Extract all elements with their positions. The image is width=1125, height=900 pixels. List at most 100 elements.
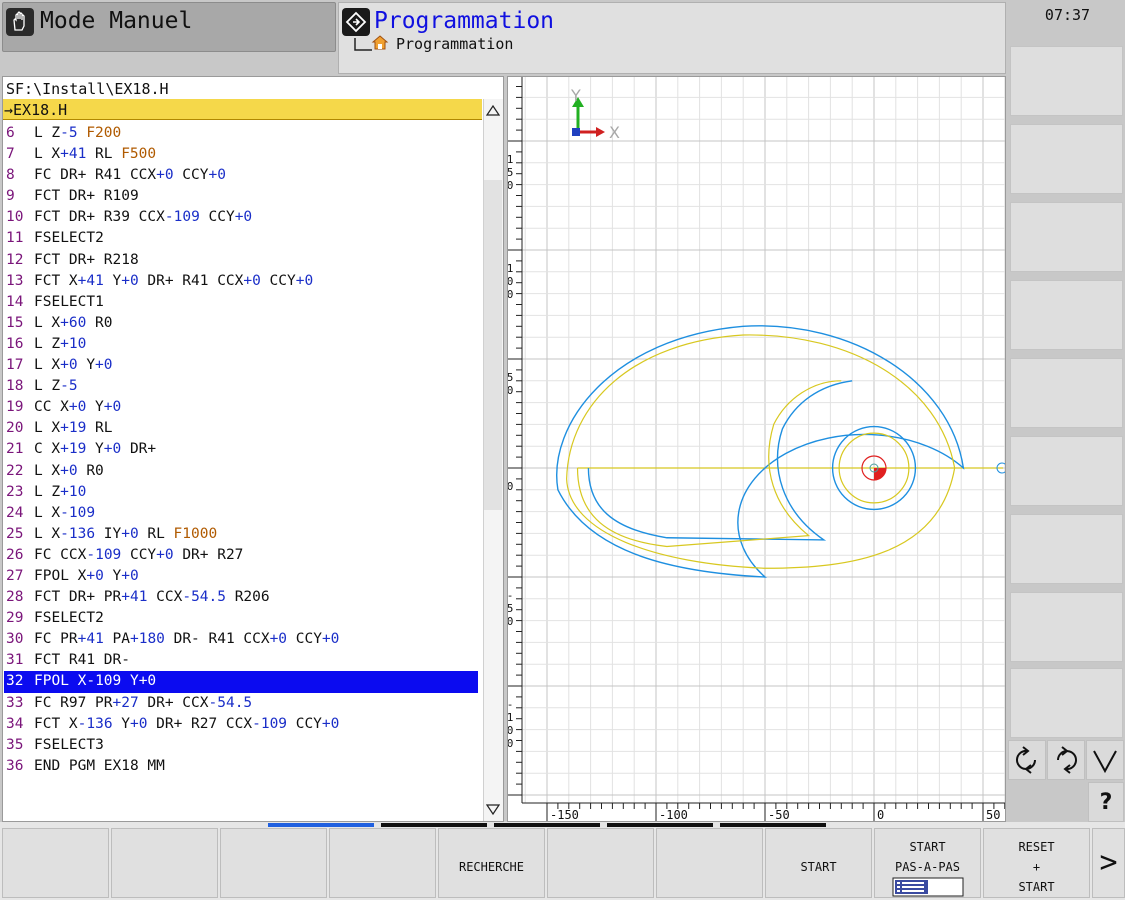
vertical-softkey-9[interactable] [1010, 668, 1123, 738]
program-token: R27 [191, 715, 218, 732]
line-number: 20 [6, 420, 24, 437]
program-line[interactable]: 30 FC PR+41 PA+180 DR- R41 CCX+0 CCY+0 [4, 629, 478, 650]
program-line[interactable]: 28 FCT DR+ PR+41 CCX-54.5 R206 [4, 587, 478, 608]
softkey-7[interactable] [656, 828, 763, 898]
vertical-softkey-4[interactable] [1010, 280, 1123, 350]
start-button[interactable]: START [765, 828, 872, 898]
program-token: L [34, 525, 43, 542]
program-token: PR+41 [60, 631, 104, 648]
next-softkey-row-button[interactable]: > [1092, 828, 1125, 898]
scroll-up-icon[interactable] [484, 100, 502, 120]
program-line[interactable]: 11 FSELECT2 [4, 228, 478, 249]
program-token: RL [95, 146, 113, 163]
program-line[interactable]: 9 FCT DR+ R109 [4, 186, 478, 207]
rotate-right-icon[interactable] [1047, 740, 1085, 780]
program-line[interactable]: 15 L X+60 R0 [4, 313, 478, 334]
program-line[interactable]: 26 FC CCX-109 CCY+0 DR+ R27 [4, 545, 478, 566]
program-token: DR- [173, 631, 200, 648]
program-token: Y+0 [95, 399, 122, 416]
softkey-4[interactable] [329, 828, 436, 898]
vertical-softkey-8[interactable] [1010, 592, 1123, 662]
vertical-softkey-6[interactable] [1010, 436, 1123, 506]
vertical-softkey-7[interactable] [1010, 514, 1123, 584]
program-line[interactable]: 27 FPOL X+0 Y+0 [4, 566, 478, 587]
program-line[interactable]: 6 L Z-5 F200 [4, 123, 478, 144]
program-line[interactable]: 19 CC X+0 Y+0 [4, 397, 478, 418]
vertical-softkey-2[interactable] [1010, 124, 1123, 194]
program-token: DR+ [68, 589, 96, 606]
vertical-softkey-1[interactable] [1010, 46, 1123, 116]
program-line[interactable]: 8 FC DR+ R41 CCX+0 CCY+0 [4, 165, 478, 186]
program-line[interactable]: 24 L X-109 [4, 503, 478, 524]
origin-marker-fill [874, 468, 886, 480]
rotate-left-icon[interactable] [1008, 740, 1046, 780]
program-line[interactable]: 34 FCT X-136 Y+0 DR+ R27 CCX-109 CCY+0 [4, 714, 478, 735]
program-token: Z+10 [51, 335, 87, 352]
chevron-down-icon[interactable] [1086, 740, 1124, 780]
line-number: 36 [6, 757, 24, 774]
program-line[interactable]: 16 L Z+10 [4, 334, 478, 355]
program-token: PR+41 [103, 589, 148, 606]
hand-icon [6, 8, 34, 36]
program-line[interactable]: 20 L X+19 RL [4, 418, 478, 439]
program-line[interactable]: 33 FC R97 PR+27 DR+ CCX-54.5 [4, 693, 478, 714]
program-line[interactable]: 12 FCT DR+ R218 [4, 250, 478, 271]
vertical-softkey-5[interactable] [1010, 358, 1123, 428]
program-token: F500 [121, 146, 157, 163]
program-line[interactable]: 32 FPOL X-109 Y+0 [4, 671, 478, 693]
program-line[interactable]: 31 FCT R41 DR- [4, 650, 478, 671]
start-single-block-button[interactable]: START PAS-A-PAS [874, 828, 981, 898]
x-tick-label: 50 [986, 808, 1000, 821]
program-token: Z-5 [51, 125, 78, 141]
scrollbar-thumb[interactable] [484, 180, 502, 510]
x-axis-arrow-head [596, 127, 605, 137]
program-line[interactable]: 14 FSELECT1 [4, 292, 478, 313]
program-line[interactable]: 7 L X+41 RL F500 [4, 144, 478, 165]
program-token: EX18 [103, 757, 139, 774]
y-axis-label: Y [570, 86, 581, 105]
program-token: FC [34, 631, 52, 648]
program-token: C [34, 441, 43, 458]
program-token: L [34, 420, 43, 437]
line-number: 7 [6, 146, 15, 163]
line-number: 18 [6, 378, 24, 395]
program-line[interactable]: 35 FSELECT3 [4, 735, 478, 756]
program-line[interactable]: 17 L X+0 Y+0 [4, 355, 478, 376]
program-line[interactable]: 29 FSELECT2 [4, 608, 478, 629]
program-listing[interactable]: 6 L Z-5 F200 7 L X+41 RL F500 8 FC DR+ R41 CCX+0 CCY+0… [4, 123, 478, 777]
softkey-6[interactable] [547, 828, 654, 898]
program-token: IY+0 [103, 525, 139, 542]
softkey-3[interactable] [220, 828, 327, 898]
program-line[interactable]: 36 END PGM EX18 MM [4, 756, 478, 777]
program-line[interactable]: 21 C X+19 Y+0 DR+ [4, 439, 478, 460]
help-button[interactable]: ? [1088, 782, 1124, 822]
program-line[interactable]: 18 L Z-5 [4, 376, 478, 397]
program-token: R27 [217, 546, 244, 563]
program-line[interactable]: 10 FCT DR+ R39 CCX-109 CCY+0 [4, 207, 478, 228]
program-token: MM [147, 757, 165, 774]
program-token: L [34, 483, 43, 500]
reset-start-button[interactable]: RESET + START [983, 828, 1090, 898]
graphic-panel[interactable]: -150 -100 -50 0 50 150 100 50 0 -50 -100 Y X [504, 76, 1008, 822]
program-token: Y+0 [121, 715, 148, 732]
program-line[interactable]: 22 L X+0 R0 [4, 461, 478, 482]
vertical-softkey-3[interactable] [1010, 202, 1123, 272]
program-token: DR+ [68, 209, 96, 226]
scroll-down-icon[interactable] [484, 800, 502, 820]
program-token: DR+ [68, 251, 96, 268]
program-token: R41 [95, 167, 122, 184]
recherche-button[interactable]: RECHERCHE [438, 828, 545, 898]
single-block-icon [892, 877, 963, 897]
y-tick-label: 100 [508, 262, 517, 301]
program-token: Y+0 [86, 357, 113, 374]
line-number: 30 [6, 631, 24, 648]
softkey-2[interactable] [111, 828, 218, 898]
program-token: L [34, 146, 43, 163]
program-line[interactable]: 13 FCT X+41 Y+0 DR+ R41 CCX+0 CCY+0 [4, 271, 478, 292]
program-line[interactable]: 25 L X-136 IY+0 RL F1000 [4, 524, 478, 545]
line-number: 22 [6, 462, 24, 479]
program-token: Y+0 [95, 441, 122, 458]
softkey-1[interactable] [2, 828, 109, 898]
program-token: F200 [86, 125, 122, 141]
program-line[interactable]: 23 L Z+10 [4, 482, 478, 503]
